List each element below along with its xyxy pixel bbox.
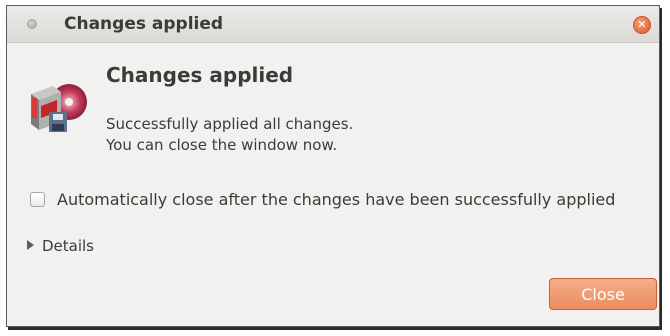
close-icon[interactable]: ✕ — [633, 16, 651, 34]
auto-close-checkbox[interactable] — [30, 192, 45, 207]
auto-close-label[interactable]: Automatically close after the changes ha… — [57, 190, 615, 209]
message-line-2: You can close the window now. — [106, 136, 338, 154]
dialog-heading: Changes applied — [106, 63, 294, 87]
window-menu-dot-icon[interactable] — [27, 19, 37, 29]
dialog-window: Changes applied ✕ Changes applied Succes… — [6, 5, 660, 327]
details-expander[interactable]: Details — [27, 237, 94, 255]
details-label: Details — [42, 237, 95, 255]
message-line-1: Successfully applied all changes. — [106, 115, 354, 133]
window-title: Changes applied — [64, 14, 224, 34]
expander-arrow-icon — [27, 240, 34, 250]
close-button[interactable]: Close — [549, 278, 657, 310]
package-installer-icon — [31, 84, 87, 132]
title-bar[interactable]: Changes applied ✕ — [7, 6, 659, 43]
